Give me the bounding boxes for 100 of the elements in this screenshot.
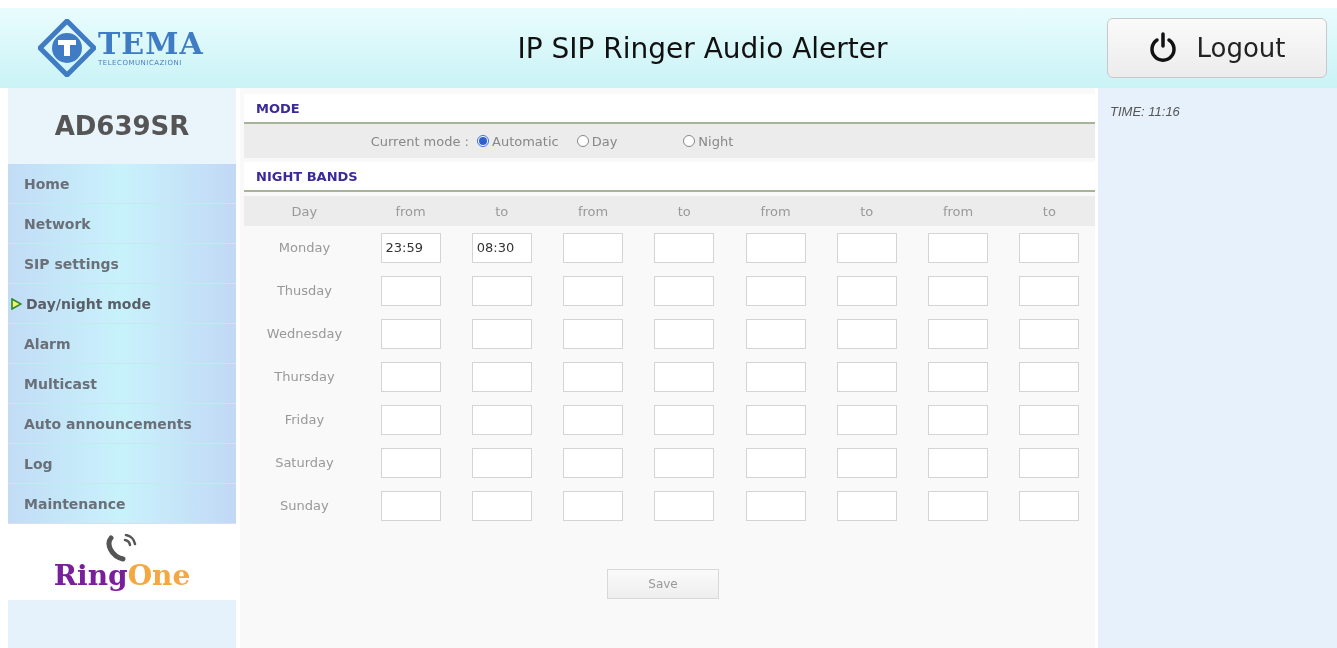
time-input[interactable] xyxy=(471,490,532,521)
menu-item[interactable]: Day/night mode xyxy=(8,284,236,324)
time-input[interactable] xyxy=(380,275,441,306)
clock-text: TIME: 11:16 xyxy=(1110,104,1181,119)
time-input[interactable] xyxy=(928,318,988,349)
time-input[interactable] xyxy=(563,232,623,263)
menu-item[interactable]: SIP settings xyxy=(8,244,236,284)
menu-item[interactable]: Multicast xyxy=(8,364,236,404)
time-input[interactable] xyxy=(471,318,532,349)
time-input[interactable] xyxy=(380,447,441,478)
time-input[interactable] xyxy=(563,318,623,349)
time-input[interactable] xyxy=(745,275,806,306)
time-input[interactable] xyxy=(745,404,806,435)
diamond-logo-icon xyxy=(38,19,96,77)
page-title: IP SIP Ringer Audio Alerter xyxy=(516,31,889,65)
time-input[interactable] xyxy=(745,318,806,349)
column-header: from xyxy=(364,196,457,226)
time-input[interactable] xyxy=(928,232,988,263)
menu-item[interactable]: Auto announcements xyxy=(8,404,236,444)
radio-option[interactable]: Day xyxy=(576,133,618,149)
time-input[interactable] xyxy=(471,275,532,306)
radio-button[interactable] xyxy=(576,135,589,147)
time-input[interactable] xyxy=(563,275,623,306)
column-header: from xyxy=(912,196,1004,226)
logo-wordmark: TEMA xyxy=(98,29,204,59)
time-input[interactable]: 08:30 xyxy=(471,232,532,263)
day-label: Monday xyxy=(244,226,365,269)
day-label: Thusday xyxy=(275,282,333,300)
device-model: AD639SR xyxy=(8,88,236,164)
time-input[interactable] xyxy=(1019,275,1080,306)
time-input[interactable] xyxy=(836,275,897,306)
time-input[interactable] xyxy=(836,318,897,349)
day-label: Friday xyxy=(283,411,326,429)
time-input[interactable] xyxy=(563,404,623,435)
column-header: from xyxy=(547,196,639,226)
time-input[interactable] xyxy=(1019,361,1080,392)
time-input[interactable] xyxy=(928,447,988,478)
day-label: Thursday xyxy=(273,368,336,386)
triangle-icon xyxy=(10,297,22,310)
time-input[interactable] xyxy=(745,447,806,478)
menu-item[interactable]: Alarm xyxy=(8,324,236,364)
time-input[interactable] xyxy=(380,404,441,435)
time-input[interactable] xyxy=(1019,447,1080,478)
column-header: to xyxy=(821,196,913,226)
time-input[interactable] xyxy=(654,232,715,263)
phone-icon xyxy=(105,534,139,562)
time-input[interactable] xyxy=(654,490,715,521)
menu-item[interactable]: Maintenance xyxy=(8,484,236,524)
column-header: to xyxy=(1003,196,1095,226)
section-heading: MODE xyxy=(244,94,1095,124)
time-input[interactable] xyxy=(654,318,715,349)
logout-button[interactable]: Logout xyxy=(1107,18,1327,78)
time-input[interactable] xyxy=(380,318,441,349)
time-input[interactable] xyxy=(380,490,441,521)
time-input[interactable] xyxy=(563,490,623,521)
time-input[interactable] xyxy=(471,404,532,435)
save-button[interactable]: Save xyxy=(607,569,719,599)
radio-button[interactable] xyxy=(683,135,696,147)
time-input[interactable] xyxy=(563,447,623,478)
day-label: Sunday xyxy=(279,497,330,515)
time-input[interactable] xyxy=(745,361,806,392)
column-header: to xyxy=(638,196,730,226)
time-input[interactable] xyxy=(471,447,532,478)
brand-logo: RingOne xyxy=(53,562,191,590)
column-header: to xyxy=(456,196,548,226)
radio-option[interactable]: Night xyxy=(683,133,734,149)
time-input[interactable] xyxy=(563,361,623,392)
time-input[interactable]: 23:59 xyxy=(380,232,441,263)
power-icon xyxy=(1148,32,1179,64)
time-input[interactable] xyxy=(836,447,897,478)
time-input[interactable] xyxy=(1019,404,1080,435)
radio-button[interactable] xyxy=(477,135,489,147)
field-label: Current mode : xyxy=(369,133,469,149)
time-input[interactable] xyxy=(836,232,897,263)
time-input[interactable] xyxy=(380,361,441,392)
column-header: Day xyxy=(244,196,365,226)
day-label: Wednesday xyxy=(265,325,344,343)
time-input[interactable] xyxy=(745,232,806,263)
radio-option[interactable]: Automatic xyxy=(477,133,559,149)
time-input[interactable] xyxy=(654,361,715,392)
time-input[interactable] xyxy=(1019,490,1080,521)
time-input[interactable] xyxy=(928,490,988,521)
time-input[interactable] xyxy=(654,447,715,478)
menu-item[interactable]: Network xyxy=(8,204,236,244)
time-input[interactable] xyxy=(471,361,532,392)
time-input[interactable] xyxy=(654,275,715,306)
time-input[interactable] xyxy=(836,361,897,392)
column-header: from xyxy=(729,196,822,226)
time-input[interactable] xyxy=(928,361,988,392)
time-input[interactable] xyxy=(928,275,988,306)
time-input[interactable] xyxy=(745,490,806,521)
time-input[interactable] xyxy=(1019,318,1080,349)
section-heading: NIGHT BANDS xyxy=(244,162,1095,192)
menu-item[interactable]: Home xyxy=(8,164,236,204)
menu-item[interactable]: Log xyxy=(8,444,236,484)
time-input[interactable] xyxy=(836,404,897,435)
time-input[interactable] xyxy=(836,490,897,521)
time-input[interactable] xyxy=(1019,232,1080,263)
time-input[interactable] xyxy=(928,404,988,435)
time-input[interactable] xyxy=(654,404,715,435)
